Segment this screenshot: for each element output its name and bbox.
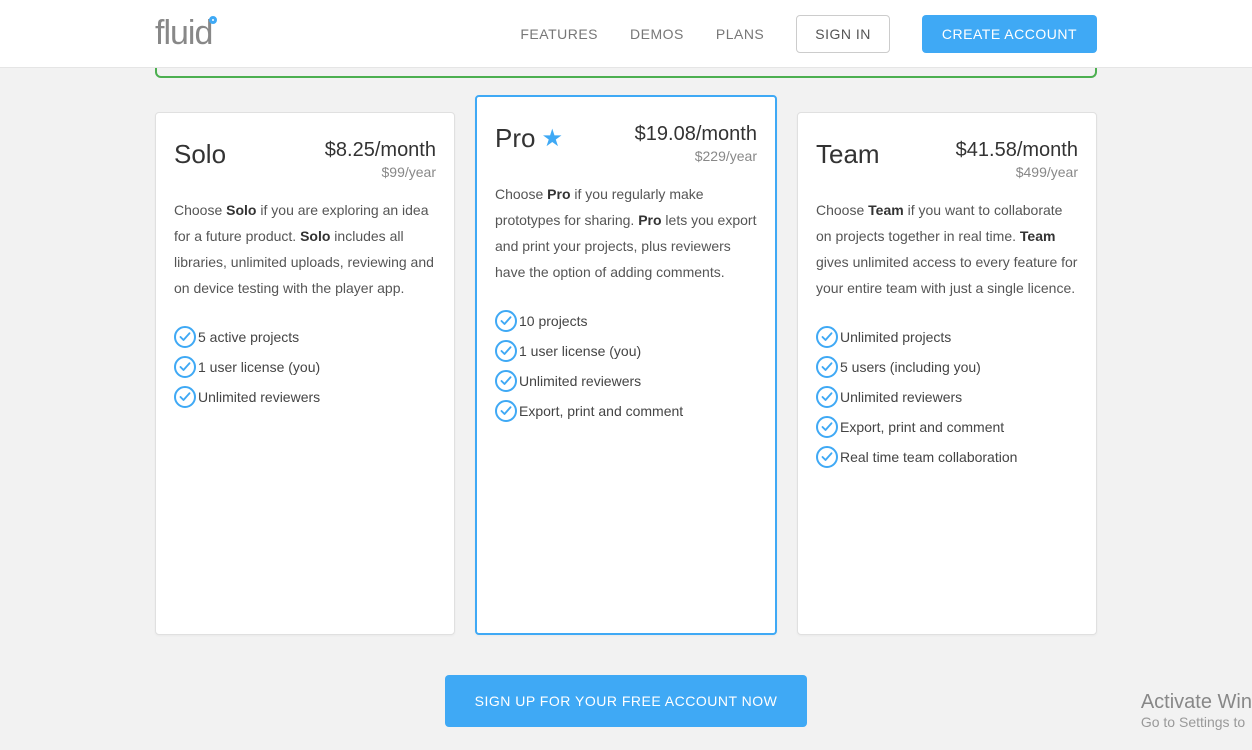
feature-text: 1 user license (you) (198, 359, 320, 375)
feature-item: 1 user license (you) (495, 340, 757, 362)
create-account-button[interactable]: CREATE ACCOUNT (922, 15, 1097, 53)
feature-list: 10 projects 1 user license (you) Unlimited… (495, 310, 757, 422)
card-head: Solo $8.25/month $99/year (174, 139, 436, 180)
price-month: $8.25/month (325, 139, 436, 162)
header: fluid FEATURES DEMOS PLANS SIGN IN CREAT… (0, 0, 1252, 68)
logo-dot-icon (209, 16, 217, 24)
feature-item: Unlimited reviewers (816, 386, 1078, 408)
feature-item: Export, print and comment (816, 416, 1078, 438)
feature-text: Unlimited projects (840, 329, 951, 345)
check-icon (816, 326, 838, 348)
check-icon (816, 446, 838, 468)
nav-demos[interactable]: DEMOS (630, 26, 684, 42)
plan-desc: Choose Team if you want to collaborate o… (816, 198, 1078, 302)
feature-item: Real time team collaboration (816, 446, 1078, 468)
price-month: $41.58/month (956, 139, 1078, 162)
plan-desc: Choose Pro if you regularly make prototy… (495, 182, 757, 286)
feature-item: Unlimited projects (816, 326, 1078, 348)
star-icon: ★ (541, 124, 563, 153)
price-month: $19.08/month (635, 123, 757, 146)
feature-item: 1 user license (you) (174, 356, 436, 378)
feature-text: Unlimited reviewers (519, 373, 641, 389)
watermark-title: Activate Win (1141, 691, 1252, 714)
plan-name: Pro ★ (495, 123, 563, 154)
nav-plans[interactable]: PLANS (716, 26, 764, 42)
check-icon (495, 310, 517, 332)
plan-desc: Choose Solo if you are exploring an idea… (174, 198, 436, 302)
check-icon (174, 356, 196, 378)
feature-item: Export, print and comment (495, 400, 757, 422)
card-head: Pro ★ $19.08/month $229/year (495, 123, 757, 164)
pricing-cards: Solo $8.25/month $99/year Choose Solo if… (155, 112, 1097, 635)
feature-text: Unlimited reviewers (198, 389, 320, 405)
feature-text: Export, print and comment (519, 403, 683, 419)
plan-card-team: Team $41.58/month $499/year Choose Team … (797, 112, 1097, 635)
cta-wrap: SIGN UP FOR YOUR FREE ACCOUNT NOW (0, 675, 1252, 727)
price-year: $499/year (956, 164, 1078, 180)
check-icon (495, 400, 517, 422)
logo-text: fluid (155, 14, 212, 52)
feature-item: 5 users (including you) (816, 356, 1078, 378)
price-block: $8.25/month $99/year (325, 139, 436, 180)
feature-list: 5 active projects 1 user license (you) Unl… (174, 326, 436, 408)
check-icon (495, 340, 517, 362)
price-year: $99/year (325, 164, 436, 180)
feature-list: Unlimited projects 5 users (including you… (816, 326, 1078, 468)
feature-item: 10 projects (495, 310, 757, 332)
feature-text: 5 users (including you) (840, 359, 981, 375)
feature-item: 5 active projects (174, 326, 436, 348)
card-head: Team $41.58/month $499/year (816, 139, 1078, 180)
check-icon (816, 386, 838, 408)
signin-button[interactable]: SIGN IN (796, 15, 890, 53)
check-icon (816, 416, 838, 438)
price-block: $19.08/month $229/year (635, 123, 757, 164)
feature-item: Unlimited reviewers (495, 370, 757, 392)
feature-text: 5 active projects (198, 329, 299, 345)
plan-name: Team (816, 139, 880, 170)
signup-cta-button[interactable]: SIGN UP FOR YOUR FREE ACCOUNT NOW (445, 675, 808, 727)
logo[interactable]: fluid (155, 14, 212, 53)
feature-text: Real time team collaboration (840, 449, 1017, 465)
check-icon (816, 356, 838, 378)
nav: FEATURES DEMOS PLANS SIGN IN CREATE ACCO… (520, 15, 1097, 53)
check-icon (174, 326, 196, 348)
feature-item: Unlimited reviewers (174, 386, 436, 408)
nav-features[interactable]: FEATURES (520, 26, 598, 42)
alert-bar (155, 68, 1097, 78)
plan-name: Solo (174, 139, 226, 170)
feature-text: 10 projects (519, 313, 587, 329)
price-block: $41.58/month $499/year (956, 139, 1078, 180)
check-icon (174, 386, 196, 408)
plan-card-pro: Pro ★ $19.08/month $229/year Choose Pro … (475, 95, 777, 635)
plan-card-solo: Solo $8.25/month $99/year Choose Solo if… (155, 112, 455, 635)
feature-text: 1 user license (you) (519, 343, 641, 359)
feature-text: Export, print and comment (840, 419, 1004, 435)
watermark-sub: Go to Settings to (1141, 714, 1252, 730)
check-icon (495, 370, 517, 392)
price-year: $229/year (635, 148, 757, 164)
windows-watermark: Activate Win Go to Settings to (1141, 691, 1252, 730)
feature-text: Unlimited reviewers (840, 389, 962, 405)
